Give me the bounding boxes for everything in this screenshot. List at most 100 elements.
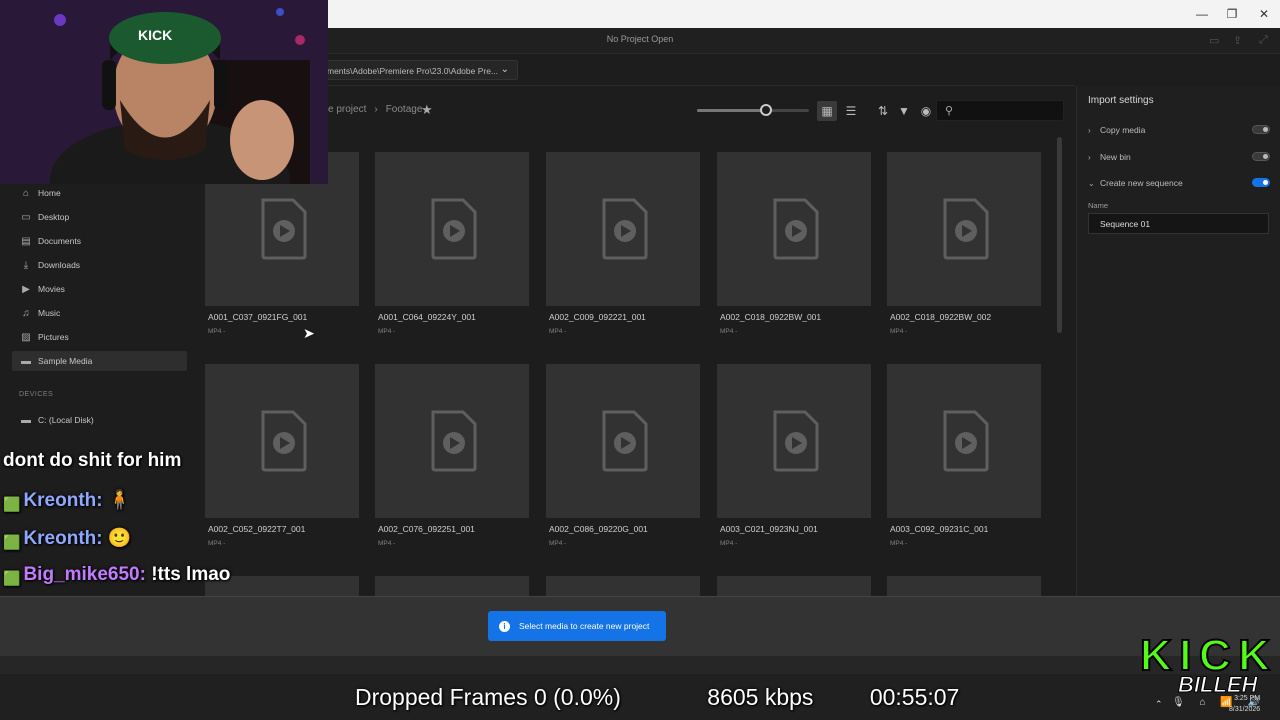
- info-toast: i Select media to create new project: [488, 611, 666, 641]
- copy-media-toggle[interactable]: [1252, 125, 1270, 134]
- bitrate: 8605 kbps: [707, 684, 814, 710]
- sidebar-item-label: Desktop: [38, 212, 70, 222]
- media-thumbnail[interactable]: [717, 152, 871, 306]
- media-filename[interactable]: A001_C037_0921FG_001: [208, 312, 307, 322]
- media-filename[interactable]: A002_C009_092221_001: [549, 312, 646, 322]
- sidebar-item-local-disk[interactable]: ▬ C: (Local Disk): [12, 410, 187, 430]
- sidebar-item-home[interactable]: ⌂ Home: [12, 183, 187, 203]
- chat-emote-icon: 🙂: [107, 528, 132, 549]
- media-type: MP4 -: [890, 540, 908, 547]
- new-bin-label: New bin: [1100, 152, 1131, 162]
- chevron-down-icon: ⌄: [500, 64, 509, 75]
- maximize-button[interactable]: ❐: [1217, 0, 1247, 28]
- close-button[interactable]: ✕: [1249, 0, 1279, 28]
- workspace-icon[interactable]: ▭: [1209, 34, 1223, 47]
- media-type: MP4 -: [720, 540, 738, 547]
- music-note-icon: ♫: [22, 307, 30, 319]
- chat-badge-icon: 🟩: [3, 570, 21, 586]
- sidebar-item-label: Sample Media: [38, 356, 93, 366]
- new-bin-toggle[interactable]: [1252, 152, 1270, 161]
- sequence-name-field[interactable]: [1088, 213, 1269, 234]
- info-icon: i: [499, 620, 510, 632]
- search-input[interactable]: [959, 103, 1059, 119]
- new-bin-row[interactable]: › New bin: [1088, 149, 1270, 165]
- dropped-frames: Dropped Frames 0 (0.0%): [355, 684, 621, 710]
- sequence-name-label: Name: [1088, 201, 1109, 210]
- media-filename[interactable]: A003_C021_0923NJ_001: [720, 524, 818, 534]
- sort-icon[interactable]: ⇅: [873, 101, 893, 121]
- copy-media-label: Copy media: [1100, 125, 1146, 135]
- folder-icon: ▬: [21, 414, 31, 426]
- media-type: MP4 -: [549, 328, 567, 335]
- copy-media-row[interactable]: › Copy media: [1088, 122, 1270, 138]
- video-camera-icon: ▶: [22, 283, 30, 295]
- slider-fill: [697, 109, 765, 112]
- favorite-star-icon[interactable]: ★: [421, 102, 433, 118]
- sidebar-item-music[interactable]: ♫ Music: [12, 303, 187, 323]
- chat-message: 🟩 Kreonth: 🙂: [3, 526, 132, 553]
- media-thumbnail[interactable]: [717, 364, 871, 518]
- grid-view-icon[interactable]: ▦: [817, 101, 837, 121]
- media-filename[interactable]: A002_C076_092251_001: [378, 524, 475, 534]
- chat-username: Kreonth:: [23, 490, 103, 511]
- sidebar-item-desktop[interactable]: ▭ Desktop: [12, 207, 187, 227]
- breadcrumb-current[interactable]: Footage: [386, 104, 423, 115]
- media-type: MP4 -: [549, 540, 567, 547]
- monitor-icon: ▭: [21, 211, 31, 223]
- taskbar-clock[interactable]: 3:25 PM 8/31/2026: [1229, 693, 1260, 715]
- tray-chevron-icon[interactable]: ⌃: [1155, 699, 1163, 710]
- sidebar-item-movies[interactable]: ▶ Movies: [12, 279, 187, 299]
- search-box[interactable]: ⚲: [936, 100, 1064, 121]
- media-thumbnail[interactable]: [546, 576, 700, 596]
- chat-message: 🟩 Kreonth: 🧍: [3, 488, 132, 515]
- create-sequence-row[interactable]: ⌄ Create new sequence: [1088, 175, 1270, 191]
- chat-emote-icon: 🧍: [107, 490, 132, 511]
- media-thumbnail[interactable]: [546, 152, 700, 306]
- list-view-icon[interactable]: ☰: [841, 101, 861, 121]
- fullscreen-icon[interactable]: ⤢: [1259, 34, 1273, 46]
- media-filename[interactable]: A003_C092_09231C_001: [890, 524, 988, 534]
- sidebar-item-sample-media[interactable]: ▬ Sample Media: [12, 351, 187, 371]
- visibility-eye-icon[interactable]: ◉: [916, 101, 936, 121]
- chat-text: !tts lmao: [151, 564, 231, 585]
- sidebar-item-documents[interactable]: ▤ Documents: [12, 231, 187, 251]
- media-thumbnail[interactable]: [375, 152, 529, 306]
- status-strip: [0, 656, 1280, 674]
- media-filename[interactable]: A002_C052_0922T7_001: [208, 524, 305, 534]
- sidebar-item-label: Downloads: [38, 260, 81, 270]
- slider-handle[interactable]: [760, 104, 772, 116]
- create-sequence-toggle[interactable]: [1252, 178, 1270, 187]
- home-icon: ⌂: [22, 187, 30, 199]
- document-icon: ▤: [21, 235, 31, 247]
- sidebar-item-pictures[interactable]: ▨ Pictures: [12, 327, 187, 347]
- path-dropdown[interactable]: ments\Adobe\Premiere Pro\23.0\Adobe Pre.…: [318, 60, 518, 80]
- clock-date: 8/31/2026: [1229, 706, 1261, 713]
- media-filename[interactable]: A002_C018_0922BW_002: [890, 312, 991, 322]
- media-thumbnail[interactable]: [546, 364, 700, 518]
- media-thumbnail[interactable]: [205, 364, 359, 518]
- media-filename[interactable]: A002_C018_0922BW_001: [720, 312, 821, 322]
- minimize-button[interactable]: —: [1187, 0, 1217, 28]
- chat-badge-icon: 🟩: [3, 534, 21, 550]
- media-thumbnail[interactable]: [375, 576, 529, 596]
- breadcrumb-parent[interactable]: e project: [328, 104, 366, 115]
- media-filename[interactable]: A002_C086_09220G_001: [549, 524, 648, 534]
- browser-scrollbar[interactable]: [1057, 137, 1062, 333]
- media-thumbnail[interactable]: [887, 364, 1041, 518]
- import-settings-title: Import settings: [1088, 95, 1154, 106]
- video-file-icon: [773, 198, 819, 260]
- breadcrumb-separator: ›: [374, 104, 378, 115]
- media-filename[interactable]: A001_C064_09224Y_001: [378, 312, 476, 322]
- filter-icon[interactable]: ▼: [894, 101, 914, 121]
- media-type: MP4 -: [208, 328, 226, 335]
- mouse-cursor-icon: ➤: [303, 325, 315, 341]
- chevron-right-icon: ›: [1088, 125, 1091, 135]
- sidebar-item-downloads[interactable]: ⤓ Downloads: [12, 255, 187, 275]
- chat-message: dont do shit for him: [3, 450, 181, 472]
- media-thumbnail[interactable]: [887, 152, 1041, 306]
- media-thumbnail[interactable]: [375, 364, 529, 518]
- media-thumbnail[interactable]: [717, 576, 871, 596]
- share-icon[interactable]: ⇪: [1233, 34, 1247, 47]
- media-thumbnail[interactable]: [887, 576, 1041, 596]
- breadcrumb: e project › Footage: [328, 104, 422, 115]
